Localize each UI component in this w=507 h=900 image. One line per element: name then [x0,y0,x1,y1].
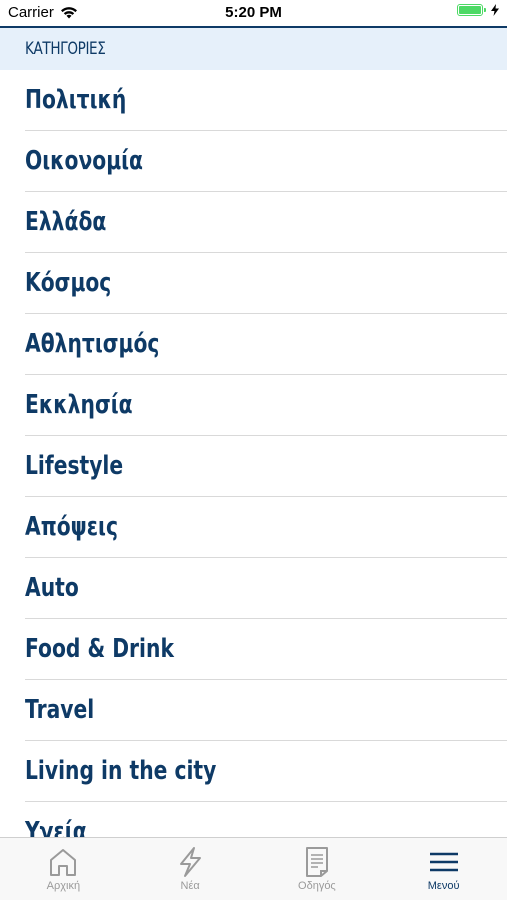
status-bar: Carrier 5:20 PM [0,0,507,28]
category-item-lifestyle[interactable]: Lifestyle [25,436,507,497]
home-icon [50,849,77,876]
tab-home-label: Αρχική [46,880,81,892]
menu-icon [429,852,458,872]
category-item-oikonomia[interactable]: Οικονομία [25,131,507,192]
document-icon [305,847,328,877]
charging-bolt-icon [491,4,499,16]
section-title: ΚΑΤΗΓΟΡΙΕΣ [25,39,106,59]
category-label: Lifestyle [25,451,124,481]
status-right [457,4,499,16]
category-item-politiki[interactable]: Πολιτική [25,70,507,131]
category-label: Αθλητισμός [25,329,160,359]
category-label: Food & Drink [25,634,174,664]
category-list: Πολιτική Οικονομία Ελλάδα Κόσμος Αθλητισ… [0,70,507,838]
category-item-ygeia[interactable]: Υγεία [25,802,507,838]
battery-icon [457,4,486,16]
tab-home[interactable]: Αρχική [0,838,127,900]
category-item-ekklisia[interactable]: Εκκλησία [25,375,507,436]
category-item-athlitismos[interactable]: Αθλητισμός [25,314,507,375]
category-label: Πολιτική [25,85,127,115]
battery-level [459,6,481,14]
tab-bar: Αρχική Νέα Οδηγός Μενού [0,837,507,900]
tab-menu-label: Μενού [427,880,460,892]
category-label: Απόψεις [25,512,118,542]
category-item-kosmos[interactable]: Κόσμος [25,253,507,314]
lightning-icon [180,847,202,877]
tab-guide-label: Οδηγός [298,880,336,892]
category-item-ellada[interactable]: Ελλάδα [25,192,507,253]
category-item-living-in-the-city[interactable]: Living in the city [25,741,507,802]
category-label: Travel [25,695,95,725]
tab-news-label: Νέα [180,880,200,892]
category-label: Living in the city [25,756,217,786]
tab-news[interactable]: Νέα [127,838,254,900]
category-item-apopseis[interactable]: Απόψεις [25,497,507,558]
category-label: Auto [25,573,79,603]
category-label: Κόσμος [25,268,112,298]
category-label: Εκκλησία [25,390,133,420]
category-label: Οικονομία [25,146,143,176]
status-time: 5:20 PM [225,4,282,21]
tab-menu[interactable]: Μενού [380,838,507,900]
tab-guide[interactable]: Οδηγός [254,838,381,900]
category-label: Ελλάδα [25,207,107,237]
category-item-food-drink[interactable]: Food & Drink [25,619,507,680]
category-label: Υγεία [25,817,87,838]
category-item-auto[interactable]: Auto [25,558,507,619]
section-header: ΚΑΤΗΓΟΡΙΕΣ [0,28,507,70]
category-item-travel[interactable]: Travel [25,680,507,741]
